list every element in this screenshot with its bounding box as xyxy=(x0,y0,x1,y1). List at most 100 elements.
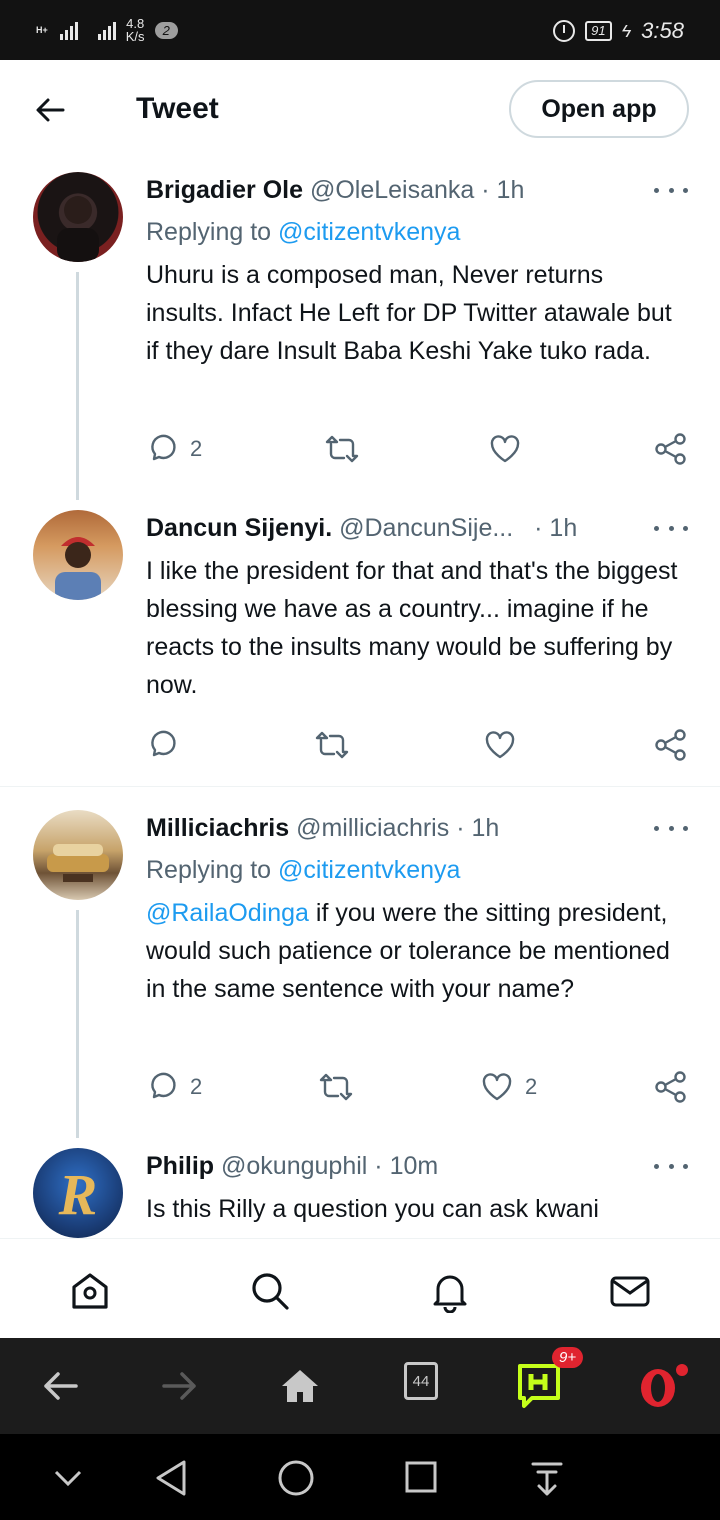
share-icon xyxy=(655,729,686,761)
more-options-icon[interactable] xyxy=(654,518,688,538)
avatar[interactable] xyxy=(33,510,123,600)
reply-button[interactable]: 2 xyxy=(146,1069,202,1105)
like-button[interactable] xyxy=(484,727,516,763)
signal-2-icon xyxy=(97,20,116,40)
reply-button[interactable] xyxy=(146,727,190,763)
avatar[interactable] xyxy=(33,172,123,262)
share-button[interactable] xyxy=(654,431,688,467)
tweet-time[interactable]: · 10m xyxy=(374,1152,438,1180)
system-recents-icon[interactable] xyxy=(404,1460,438,1494)
tweet-time[interactable]: · 1h xyxy=(534,514,577,542)
retweet-button[interactable] xyxy=(314,727,350,763)
author-handle[interactable]: @okunguphil xyxy=(221,1152,367,1180)
messages-icon[interactable] xyxy=(608,1269,652,1313)
thread-line xyxy=(76,272,79,500)
home-icon[interactable] xyxy=(68,1269,112,1313)
speed-unit: K/s xyxy=(125,29,145,44)
status-bar: H+ 4.8 K/s 2 91 ϟ 3:58 xyxy=(0,0,720,60)
open-app-button[interactable]: Open app xyxy=(509,80,689,138)
avatar-photo xyxy=(47,844,109,882)
replying-prefix: Replying to xyxy=(146,218,272,246)
like-count: 2 xyxy=(525,1074,538,1099)
bottom-nav xyxy=(0,1238,720,1336)
author-handle[interactable]: @DancunSije... xyxy=(339,514,513,542)
avatar-photo xyxy=(57,196,99,262)
network-speed: 4.8 K/s xyxy=(126,17,145,43)
replying-to: Replying to @citizentvkenya xyxy=(146,856,460,885)
system-home-icon[interactable] xyxy=(276,1458,316,1498)
system-back-icon[interactable] xyxy=(152,1458,190,1498)
divider xyxy=(0,786,720,787)
retweet-button[interactable] xyxy=(324,431,360,467)
thread-line xyxy=(76,910,79,1138)
status-right: 91 ϟ 3:58 xyxy=(553,16,684,46)
search-icon[interactable] xyxy=(248,1269,292,1313)
tweet-2[interactable]: Dancun Sijenyi. @DancunSije... · 1h I li… xyxy=(0,500,720,786)
page-title: Tweet xyxy=(136,92,219,125)
retweet-icon xyxy=(319,1073,353,1101)
reply-icon xyxy=(151,1072,176,1099)
back-button[interactable] xyxy=(30,90,70,130)
signal-icon xyxy=(59,20,78,40)
tweet-text: @RailaOdinga if you were the sitting pre… xyxy=(146,894,686,1008)
retweet-button[interactable] xyxy=(318,1069,354,1105)
share-button[interactable] xyxy=(654,1069,688,1105)
reply-icon xyxy=(151,434,176,461)
tweet-time[interactable]: · 1h xyxy=(456,814,499,842)
more-options-icon[interactable] xyxy=(654,180,688,200)
author-name[interactable]: Brigadier Ole xyxy=(146,176,303,204)
tweet-3[interactable]: Milliciachris @milliciachris · 1h Replyi… xyxy=(0,798,720,1138)
reply-count: 2 xyxy=(190,436,203,461)
avatar[interactable] xyxy=(33,810,123,900)
like-button[interactable] xyxy=(489,431,533,467)
network-type-label: H+ xyxy=(36,24,48,35)
avatar-photo xyxy=(55,537,101,600)
tweet-time[interactable]: · 1h xyxy=(481,176,524,204)
text-mention[interactable]: @RailaOdinga xyxy=(146,899,309,927)
author-handle[interactable]: @OleLeisanka xyxy=(310,176,474,204)
author-name[interactable]: Milliciachris xyxy=(146,814,289,842)
like-button[interactable]: 2 xyxy=(481,1069,537,1105)
replying-to: Replying to @citizentvkenya xyxy=(146,218,460,247)
opera-menu-icon[interactable] xyxy=(636,1362,688,1410)
reply-icon xyxy=(151,730,176,757)
reply-count: 2 xyxy=(190,1074,203,1099)
chevron-down-icon[interactable] xyxy=(52,1462,84,1494)
hype-icon[interactable] xyxy=(516,1362,564,1410)
share-icon xyxy=(655,1071,686,1103)
heart-icon xyxy=(485,731,515,759)
svg-text:R: R xyxy=(58,1162,98,1227)
reply-button[interactable]: 2 xyxy=(146,431,202,467)
clock: 3:58 xyxy=(641,18,684,43)
tabs-button[interactable]: 44 xyxy=(404,1362,438,1400)
tweet-actions: 2 xyxy=(146,431,691,467)
tweet-4[interactable]: R Philip @okunguphil · 10m Is this Rilly… xyxy=(0,1138,720,1238)
more-options-icon[interactable] xyxy=(654,818,688,838)
tweet-text: Is this Rilly a question you can ask kwa… xyxy=(146,1195,599,1223)
browser-home-icon[interactable] xyxy=(276,1362,324,1410)
share-button[interactable] xyxy=(654,727,688,763)
tweet-header: Milliciachris @milliciachris · 1h xyxy=(146,814,499,843)
arrow-left-icon xyxy=(36,98,65,122)
replying-mention[interactable]: @citizentvkenya xyxy=(278,856,460,884)
author-name[interactable]: Dancun Sijenyi. xyxy=(146,514,332,542)
browser-forward-icon[interactable] xyxy=(156,1362,204,1410)
replying-mention[interactable]: @citizentvkenya xyxy=(278,218,460,246)
app-header: Tweet Open app xyxy=(0,60,720,160)
download-icon[interactable] xyxy=(530,1458,564,1498)
tweet-header: Philip @okunguphil · 10m xyxy=(146,1152,438,1181)
avatar[interactable]: R xyxy=(33,1148,123,1238)
notifications-icon[interactable] xyxy=(428,1269,472,1314)
tweet-1[interactable]: Brigadier Ole @OleLeisanka · 1h Replying… xyxy=(0,160,720,500)
tweet-header: Dancun Sijenyi. @DancunSije... · 1h xyxy=(146,514,577,543)
battery-indicator: 91 xyxy=(585,21,612,41)
browser-back-icon[interactable] xyxy=(36,1362,84,1410)
author-handle[interactable]: @milliciachris xyxy=(296,814,449,842)
heart-icon xyxy=(482,1073,512,1101)
retweet-icon xyxy=(325,435,359,463)
author-name[interactable]: Philip xyxy=(146,1152,214,1180)
hype-badge: 9+ xyxy=(552,1347,584,1368)
more-options-icon[interactable] xyxy=(654,1156,688,1176)
avatar-photo: R xyxy=(58,1162,98,1227)
tweet-actions xyxy=(146,727,691,763)
